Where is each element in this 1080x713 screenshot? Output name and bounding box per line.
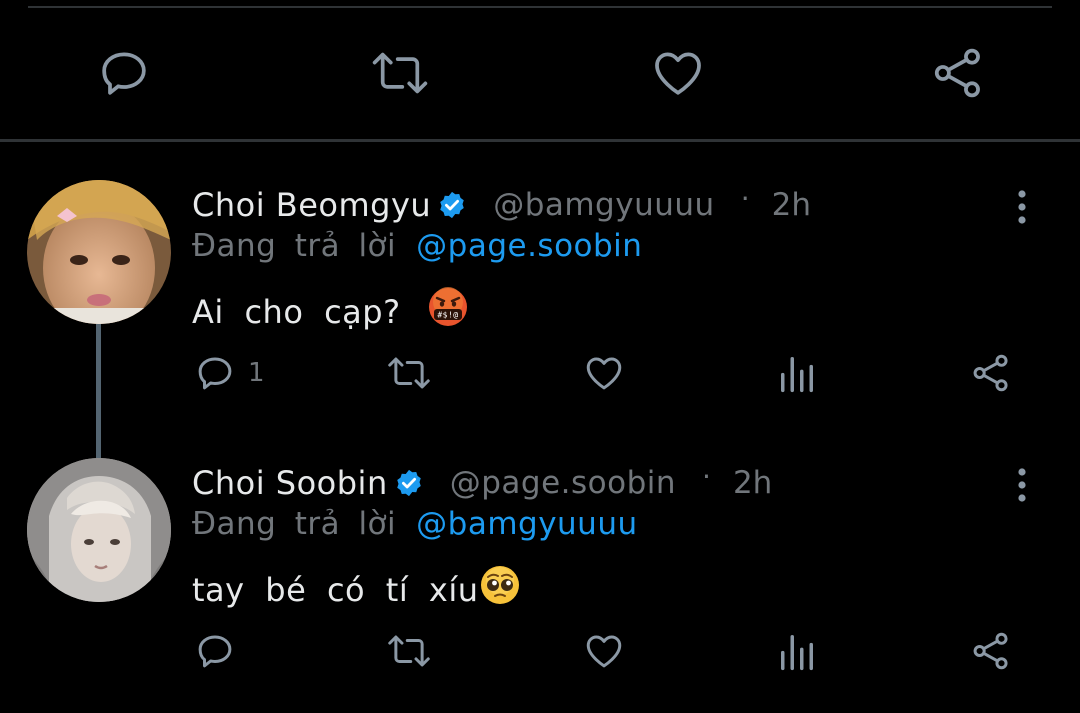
tweet-text: tay bé có tí xíu	[192, 566, 521, 614]
share-button[interactable]	[970, 628, 1012, 674]
share-button[interactable]	[970, 350, 1012, 396]
retweet-icon	[372, 52, 428, 94]
main-tweet-action-bar	[0, 40, 1080, 110]
heart-icon	[586, 635, 622, 668]
replying-label: Đang trả lời	[192, 506, 397, 542]
reply-icon	[102, 52, 146, 95]
tweet-thread-view: Choi Beomgyu @bamgyuuuu · 2h Đang trả lờ…	[0, 0, 1080, 713]
separator-dot: ·	[740, 181, 750, 215]
replying-label: Đang trả lời	[192, 228, 397, 264]
display-name[interactable]: Choi Beomgyu	[192, 186, 431, 224]
share-icon	[973, 354, 1008, 392]
reply-button[interactable]	[194, 628, 248, 674]
verified-badge-icon	[437, 190, 467, 220]
more-vertical-icon	[1018, 190, 1026, 224]
replying-mention-link[interactable]: @page.soobin	[416, 228, 642, 264]
tweet-header: Choi Beomgyu @bamgyuuuu · 2h	[192, 180, 811, 230]
more-vertical-icon	[1018, 468, 1026, 502]
retweet-button[interactable]	[384, 628, 434, 674]
more-options-button[interactable]	[1008, 462, 1036, 508]
reply-button[interactable]: 1	[194, 350, 265, 396]
replying-mention-link[interactable]: @bamgyuuuu	[416, 506, 638, 542]
tweet-text-content: tay bé có tí xíu	[192, 571, 479, 609]
verified-badge-icon	[394, 468, 424, 498]
replying-to-line: Đang trả lời @page.soobin	[192, 228, 642, 264]
timestamp[interactable]: 2h	[733, 465, 772, 501]
analytics-icon	[781, 357, 813, 393]
section-divider	[0, 139, 1080, 142]
face-with-symbols-on-mouth-icon: #$!@	[427, 286, 469, 336]
tweet-action-bar: 1	[0, 350, 1080, 400]
user-handle[interactable]: @page.soobin	[450, 465, 676, 501]
avatar[interactable]	[27, 180, 171, 324]
analytics-button[interactable]	[778, 628, 816, 674]
reply-button[interactable]	[94, 40, 154, 106]
tweet-header: Choi Soobin @page.soobin · 2h	[192, 458, 772, 508]
share-button[interactable]	[928, 40, 988, 106]
retweet-button[interactable]	[370, 40, 430, 106]
like-button[interactable]	[582, 628, 626, 674]
heart-icon	[655, 52, 701, 95]
display-name[interactable]: Choi Soobin	[192, 464, 388, 502]
reply-icon	[198, 357, 232, 390]
analytics-button[interactable]	[778, 350, 816, 396]
tweet-text-content: Ai cho cạp?	[192, 293, 401, 331]
tweet-text: Ai cho cạp? #$!@	[192, 287, 469, 336]
svg-text:#$!@: #$!@	[438, 311, 459, 320]
tweet-action-bar	[0, 628, 1080, 678]
timestamp[interactable]: 2h	[772, 187, 811, 223]
retweet-button[interactable]	[384, 350, 434, 396]
analytics-icon	[781, 635, 813, 671]
more-options-button[interactable]	[1008, 184, 1036, 230]
replying-to-line: Đang trả lời @bamgyuuuu	[192, 506, 638, 542]
user-handle[interactable]: @bamgyuuuu	[493, 187, 715, 223]
heart-icon	[586, 357, 622, 390]
share-icon	[973, 632, 1008, 670]
like-button[interactable]	[582, 350, 626, 396]
like-button[interactable]	[648, 40, 708, 106]
top-divider	[28, 6, 1052, 8]
pleading-face-icon	[479, 564, 521, 614]
reply-icon	[198, 635, 232, 668]
share-icon	[934, 48, 980, 98]
retweet-icon	[388, 635, 430, 667]
reply-count: 1	[248, 358, 265, 388]
separator-dot: ·	[702, 459, 711, 493]
retweet-icon	[388, 357, 430, 389]
avatar[interactable]	[27, 458, 171, 602]
